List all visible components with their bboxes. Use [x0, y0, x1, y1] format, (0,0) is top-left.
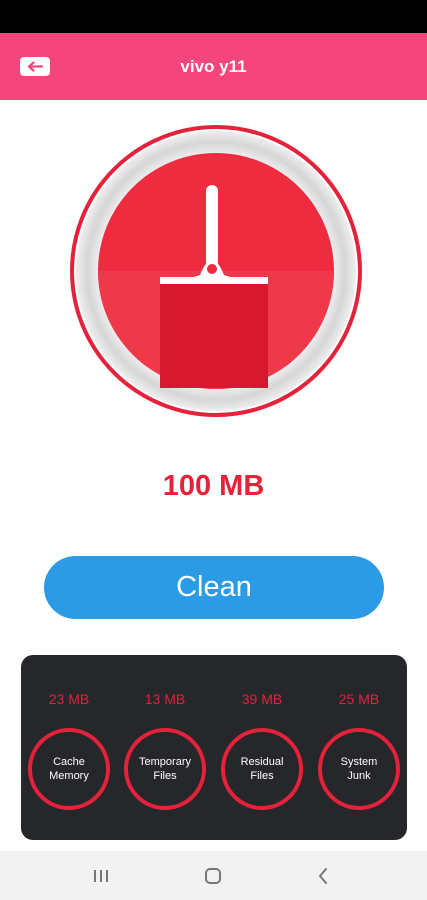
recents-icon — [94, 870, 108, 882]
category-ring: Cache Memory — [28, 728, 110, 810]
app-bar: vivo y11 — [0, 33, 427, 100]
category-system-junk[interactable]: 25 MB System Junk — [311, 655, 407, 840]
total-junk-size: 100 MB — [162, 470, 265, 502]
back-button[interactable] — [20, 57, 50, 76]
status-bar — [0, 0, 427, 33]
home-icon — [205, 868, 221, 884]
category-label: System Junk — [340, 756, 378, 782]
system-nav-bar — [0, 851, 427, 900]
home-button[interactable] — [198, 863, 228, 889]
category-residual-files[interactable]: 39 MB Residual Files — [214, 655, 310, 840]
junk-categories-panel: 23 MB Cache Memory 13 MB Temporary Files… — [21, 655, 407, 840]
recents-button[interactable] — [86, 863, 116, 889]
arrow-left-icon — [27, 61, 43, 72]
category-cache-memory[interactable]: 23 MB Cache Memory — [21, 655, 117, 840]
category-ring: Temporary Files — [124, 728, 206, 810]
category-label: Cache Memory — [49, 756, 89, 782]
category-ring: System Junk — [318, 728, 400, 810]
clean-button[interactable]: Clean — [44, 556, 384, 619]
cleaner-graphic[interactable] — [70, 125, 362, 417]
category-size: 39 MB — [241, 691, 283, 707]
app-title: vivo y11 — [180, 57, 247, 76]
category-ring: Residual Files — [221, 728, 303, 810]
category-size: 25 MB — [338, 691, 380, 707]
category-size: 23 MB — [48, 691, 90, 707]
category-label: Temporary Files — [139, 756, 191, 782]
category-label: Residual Files — [240, 756, 284, 782]
category-temporary-files[interactable]: 13 MB Temporary Files — [117, 655, 213, 840]
nav-back-button[interactable] — [308, 863, 338, 889]
nav-back-icon — [319, 868, 327, 884]
category-size: 13 MB — [144, 691, 186, 707]
